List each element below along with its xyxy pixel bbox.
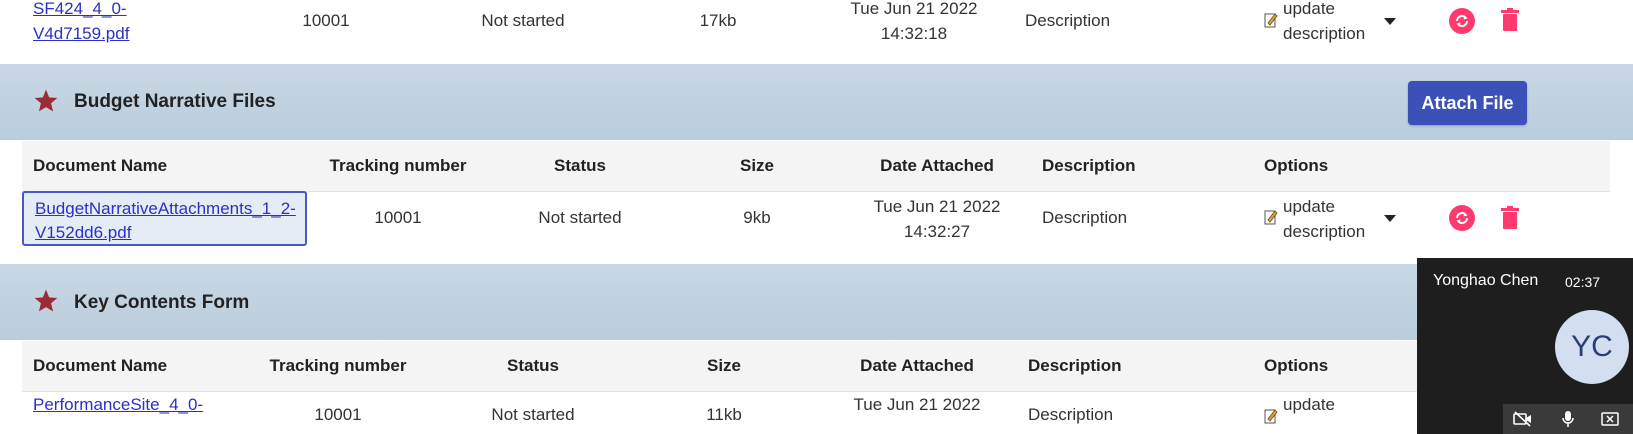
date-line1: Tue Jun 21 2022: [873, 197, 1001, 216]
section-title: Budget Narrative Files: [74, 91, 276, 112]
chevron-down-icon[interactable]: [1384, 18, 1396, 25]
column-header[interactable]: Tracking number: [330, 153, 467, 178]
document-name-line1[interactable]: BudgetNarrativeAttachments_1_2-: [35, 196, 296, 221]
update-description-option[interactable]: update description: [1283, 194, 1365, 244]
refresh-button[interactable]: [1449, 8, 1475, 34]
pencil-icon[interactable]: [1264, 209, 1278, 225]
tracking-number: 10001: [314, 405, 362, 424]
status: Not started: [481, 11, 565, 30]
date-attached: Tue Jun 21 2022 14:32:18: [851, 0, 978, 46]
description: Description: [1025, 11, 1111, 30]
option-line1[interactable]: update: [1283, 194, 1365, 219]
refresh-icon: [1456, 15, 1468, 27]
option-line2[interactable]: description: [1283, 219, 1365, 244]
refresh-icon: [1456, 212, 1468, 224]
participant-name: Yonghao Chen: [1433, 272, 1539, 289]
call-timer: 02:37: [1565, 274, 1601, 290]
tracking-number: 10001: [302, 11, 350, 30]
column-header[interactable]: Size: [740, 153, 774, 178]
table-header: Document Name Tracking number Status Siz…: [22, 141, 1610, 192]
option-line2[interactable]: description: [1283, 21, 1365, 46]
date-line1: Tue Jun 21 2022: [853, 395, 981, 414]
call-controls: [1503, 404, 1633, 434]
refresh-button[interactable]: [1449, 205, 1475, 231]
star-icon: [34, 89, 58, 112]
file-size: 11kb: [706, 405, 742, 424]
section-title: Key Contents Form: [74, 292, 250, 313]
file-size: 17kb: [699, 11, 737, 30]
video-call-panel[interactable]: Yonghao Chen 02:37 YC: [1417, 258, 1633, 434]
pencil-icon[interactable]: [1264, 12, 1278, 28]
description: Description: [1042, 208, 1128, 227]
column-header[interactable]: Description: [1042, 153, 1136, 178]
key-contents-section-header: Key Contents Form: [0, 264, 1633, 340]
table-header: Document Name Tracking number Status Siz…: [22, 341, 1610, 392]
attach-file-button[interactable]: Attach File: [1408, 81, 1527, 125]
document-link[interactable]: BudgetNarrativeAttachments_1_2- V152dd6.…: [22, 191, 307, 246]
document-name-line2[interactable]: V4d7159.pdf: [33, 21, 129, 46]
column-header[interactable]: Options: [1264, 153, 1328, 178]
option-line1[interactable]: update: [1283, 0, 1365, 21]
column-header[interactable]: Size: [707, 353, 741, 378]
status: Not started: [538, 208, 622, 227]
option-line1[interactable]: update: [1283, 392, 1335, 417]
column-header[interactable]: Tracking number: [270, 353, 407, 378]
document-name-line1[interactable]: SF424_4_0-: [33, 0, 129, 21]
document-name-line2[interactable]: V152dd6.pdf: [35, 220, 131, 245]
column-header[interactable]: Date Attached: [860, 353, 974, 378]
date-line2: 14:32:18: [880, 24, 948, 43]
trash-icon[interactable]: [1500, 206, 1520, 230]
column-header[interactable]: Options: [1264, 353, 1328, 378]
avatar: YC: [1555, 310, 1629, 384]
budget-narrative-section-header: Budget Narrative Files Attach File: [0, 64, 1633, 140]
date-attached: Tue Jun 21 2022 14:32:27: [874, 194, 1001, 244]
chevron-down-icon[interactable]: [1384, 215, 1396, 222]
date-line2: 14:32:27: [903, 222, 971, 241]
tracking-number: 10001: [374, 208, 422, 227]
file-size: 9kb: [743, 208, 771, 227]
date-line1: Tue Jun 21 2022: [850, 0, 978, 18]
camera-off-icon[interactable]: [1513, 411, 1533, 427]
microphone-icon[interactable]: [1561, 410, 1575, 428]
document-link[interactable]: SF424_4_0- V4d7159.pdf: [33, 0, 129, 46]
close-box-icon[interactable]: [1601, 412, 1619, 426]
column-header[interactable]: Description: [1028, 353, 1122, 378]
column-header[interactable]: Date Attached: [880, 153, 994, 178]
column-header[interactable]: Document Name: [33, 353, 167, 378]
column-header[interactable]: Status: [554, 153, 606, 178]
pencil-icon[interactable]: [1264, 408, 1278, 424]
column-header[interactable]: Status: [507, 353, 559, 378]
update-description-option[interactable]: update description: [1283, 0, 1365, 46]
column-header[interactable]: Document Name: [33, 153, 167, 178]
document-name-line1[interactable]: PerformanceSite_4_0-: [33, 392, 203, 417]
description: Description: [1028, 405, 1114, 424]
star-icon: [34, 289, 58, 312]
status: Not started: [491, 405, 575, 424]
trash-icon[interactable]: [1500, 8, 1520, 32]
